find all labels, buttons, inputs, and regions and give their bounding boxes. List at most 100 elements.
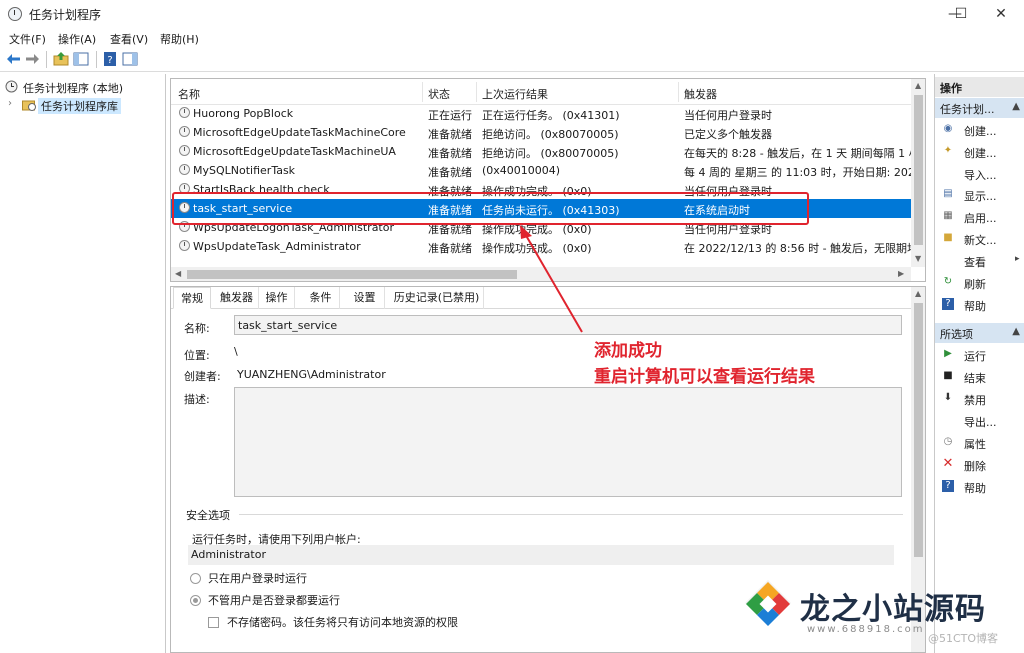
action-refresh[interactable]: ↻ 刷新 [935, 272, 1024, 293]
group-divider [239, 514, 903, 515]
description-field[interactable] [234, 387, 902, 497]
table-row[interactable]: MicrosoftEdgeUpdateTaskMachineCore 准备就绪 … [171, 123, 911, 142]
action-label: 删除 [964, 460, 986, 473]
tree-item-label: 任务计划程序库 [38, 98, 121, 114]
tree-item-task-scheduler-library[interactable]: › 任务计划程序库 [0, 96, 166, 114]
annotation-arrow [520, 225, 583, 333]
task-trigger: 在 2022/12/13 的 8:56 时 - 触发后，无限期地 [684, 242, 911, 255]
column-header-status[interactable]: 状态 [428, 86, 450, 102]
action-export[interactable]: 导出... [935, 410, 1024, 431]
column-divider[interactable] [422, 82, 423, 102]
menu-help[interactable]: 帮助(H) [160, 31, 199, 47]
action-properties[interactable]: ◷ 属性 [935, 432, 1024, 453]
column-divider[interactable] [476, 82, 477, 102]
create-task-icon: ✦ [943, 145, 953, 156]
scroll-down-icon[interactable]: ▼ [915, 254, 921, 263]
column-header-trigger[interactable]: 触发器 [684, 86, 717, 102]
chevron-up-icon[interactable]: ▲ [1012, 326, 1020, 337]
column-header-last-result[interactable]: 上次运行结果 [482, 86, 548, 102]
tab-settings[interactable]: 设置 [345, 287, 385, 309]
action-enable-history[interactable]: ▦ 启用... [935, 206, 1024, 227]
action-label: 导入... [964, 169, 997, 182]
task-status: 准备就绪 [428, 147, 472, 160]
menu-bar: 文件(F) 操作(A) 查看(V) 帮助(H) [0, 28, 1024, 48]
actions-section-selected-item[interactable]: 所选项 ▲ [935, 323, 1024, 343]
task-status: 正在运行 [428, 109, 472, 122]
scrollbar-thumb[interactable] [914, 95, 923, 245]
radio-run-whether-logged-on[interactable] [190, 595, 201, 606]
section-label: 任务计划... [940, 103, 995, 116]
action-disable[interactable]: ⬇ 禁用 [935, 388, 1024, 409]
actions-header: 操作 [935, 77, 1024, 97]
menu-file[interactable]: 文件(F) [9, 31, 46, 47]
toolbar: ? [0, 48, 1024, 72]
task-status: 准备就绪 [428, 242, 472, 255]
action-help-selected[interactable]: ? 帮助 [935, 476, 1024, 497]
action-create-basic-task[interactable]: ✦ 创建... [935, 141, 1024, 162]
task-clock-icon [179, 240, 190, 251]
back-arrow-icon[interactable] [6, 51, 22, 67]
forward-arrow-icon[interactable] [24, 51, 40, 67]
new-folder-icon: ■ [943, 232, 953, 243]
action-label: 禁用 [964, 394, 986, 407]
title-bar: 任务计划程序 — ☐ ✕ [0, 0, 1024, 28]
folder-up-icon[interactable] [53, 51, 69, 67]
actions-section-task-scheduler[interactable]: 任务计划... ▲ [935, 98, 1024, 118]
action-new-folder[interactable]: ■ 新文... [935, 228, 1024, 249]
run-icon: ▶ [944, 348, 952, 359]
disable-icon: ⬇ [943, 392, 953, 403]
display-running-tasks-icon: ▤ [943, 188, 953, 199]
tab-general[interactable]: 常规 [173, 287, 211, 309]
show-hide-action-pane-icon[interactable] [122, 51, 138, 67]
action-connect[interactable]: ◉ 创建... [935, 119, 1024, 140]
column-header-name[interactable]: 名称 [178, 86, 200, 102]
console-tree: 任务计划程序 (本地) › 任务计划程序库 [0, 74, 166, 653]
show-hide-console-tree-icon[interactable] [73, 51, 89, 67]
radio-run-only-logged-on[interactable] [190, 573, 201, 584]
column-divider[interactable] [678, 82, 679, 102]
checkbox-do-not-store-password[interactable] [208, 617, 219, 628]
menu-action[interactable]: 操作(A) [58, 31, 96, 47]
scrollbar-thumb[interactable] [914, 303, 923, 557]
table-row[interactable]: MySQLNotifierTask 准备就绪 (0x40010004) 每 4 … [171, 161, 911, 180]
scroll-up-icon[interactable]: ▲ [915, 81, 921, 90]
task-list-header: 名称 状态 上次运行结果 触发器 [171, 79, 911, 105]
menu-view[interactable]: 查看(V) [110, 31, 148, 47]
scrollbar-thumb[interactable] [187, 270, 517, 279]
chevron-right-icon[interactable]: ▲ [1012, 101, 1020, 112]
tab-history[interactable]: 历史记录(已禁用) [390, 287, 484, 309]
action-display-running[interactable]: ▤ 显示... [935, 184, 1024, 205]
scroll-right-icon[interactable]: ▶ [898, 269, 904, 278]
view-icon [942, 254, 954, 266]
scroll-left-icon[interactable]: ◀ [175, 269, 181, 278]
table-row[interactable]: MicrosoftEdgeUpdateTaskMachineUA 准备就绪 拒绝… [171, 142, 911, 161]
import-task-icon [942, 167, 954, 179]
action-import[interactable]: 导入... [935, 163, 1024, 184]
security-options-title: 安全选项 [186, 509, 230, 522]
action-help[interactable]: ? 帮助 [935, 294, 1024, 315]
tab-triggers[interactable]: 触发器 [215, 287, 259, 309]
task-list-vertical-scrollbar[interactable]: ▲ ▼ [911, 79, 925, 267]
tree-item-task-scheduler-local[interactable]: 任务计划程序 (本地) [0, 78, 166, 96]
action-label: 结束 [964, 372, 986, 385]
task-trigger: 在每天的 8:28 - 触发后，在 1 天 期间每隔 1 小 [684, 147, 911, 160]
scroll-up-icon[interactable]: ▲ [915, 289, 921, 298]
close-button[interactable]: ✕ [978, 0, 1024, 28]
action-view[interactable]: 查看 ▸ [935, 250, 1024, 271]
toolbar-separator [96, 51, 97, 68]
tab-conditions[interactable]: 条件 [302, 287, 340, 309]
checkbox-label: 不存储密码。该任务将只有访问本地资源的权限 [227, 616, 458, 629]
action-delete[interactable]: ✕ 删除 [935, 454, 1024, 475]
table-row[interactable]: Huorong PopBlock 正在运行 正在运行任务。 (0x41301) … [171, 104, 911, 123]
clock-icon [5, 80, 18, 93]
action-end[interactable]: ■ 结束 [935, 366, 1024, 387]
help-icon[interactable]: ? [102, 51, 118, 67]
tab-actions[interactable]: 操作 [259, 287, 295, 309]
task-name: MicrosoftEdgeUpdateTaskMachineCore [193, 126, 406, 139]
enable-history-icon: ▦ [943, 210, 953, 221]
action-run[interactable]: ▶ 运行 [935, 344, 1024, 365]
task-status: 准备就绪 [428, 128, 472, 141]
chevron-right-icon[interactable]: › [8, 98, 12, 109]
task-trigger: 已定义多个触发器 [684, 128, 772, 141]
location-value: \ [234, 345, 238, 358]
